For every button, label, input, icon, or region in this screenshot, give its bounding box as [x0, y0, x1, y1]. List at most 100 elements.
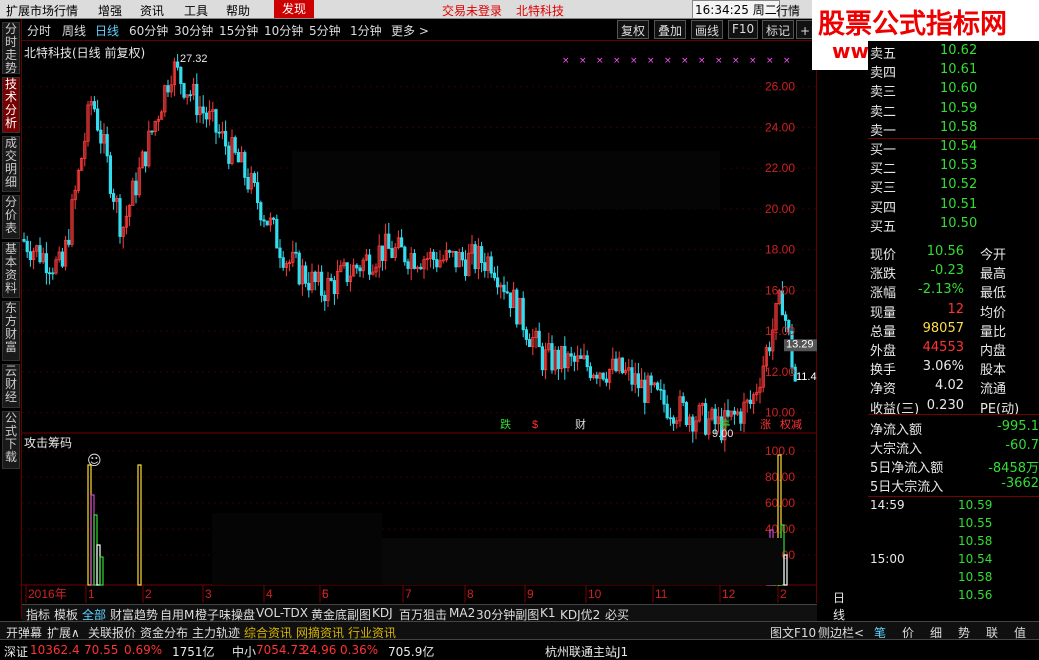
f10-button[interactable]: F10 — [728, 20, 759, 39]
period-5min[interactable]: 5分钟 — [309, 22, 341, 39]
price-tick: 22.00 — [765, 161, 795, 175]
period-1min[interactable]: 1分钟 — [350, 22, 382, 39]
candle-body — [22, 239, 26, 242]
candle-body — [319, 271, 324, 296]
candle-body — [556, 349, 561, 370]
menu-discover[interactable]: 发现 — [274, 0, 315, 18]
chart-canvas: 27.329.0013.2911.4跌 $ 财停涨权减× × × × × × × × × × × × × × … — [22, 53, 817, 603]
login-status[interactable]: 交易未登录 — [442, 2, 502, 19]
signal-marker: × — [562, 56, 570, 66]
indicator-tab[interactable]: MA2 — [449, 606, 475, 620]
candle-body — [294, 251, 298, 254]
menu-enhance[interactable]: 增强 — [98, 2, 122, 19]
candles: 27.329.0013.2911.4跌 $ 财停涨权减× × × × × × × × × × × × × × — [22, 53, 817, 452]
signal-marker: × — [630, 56, 638, 66]
signal-marker: × — [732, 56, 740, 66]
candle-body — [214, 109, 218, 133]
candle-body — [329, 277, 333, 281]
restore-rights-button[interactable]: 复权 — [617, 20, 650, 39]
divider — [868, 414, 1039, 415]
sz-label: 深证 — [4, 645, 29, 659]
indicator-title: 攻击筹码 — [24, 436, 73, 450]
mark-button[interactable]: 标记 — [762, 20, 795, 39]
order-book-price: 10.60 — [940, 81, 978, 97]
draw-line-button[interactable]: 画线 — [691, 20, 724, 39]
indicator-tick: 60.00 — [765, 496, 795, 510]
kline-chart[interactable]: 27.32 9.00 13.29 11.4 跌 $ 财停涨权减 × × × × × × × × × × × × × × … — [22, 41, 845, 622]
candle-body — [460, 252, 465, 261]
period-day[interactable]: 日线 — [95, 22, 119, 39]
candle-body — [233, 137, 237, 153]
candle-body — [550, 343, 554, 371]
zx-change: 24.96 — [302, 643, 337, 657]
overlay-box — [212, 513, 382, 585]
indicator-tab[interactable]: K1 — [540, 606, 556, 620]
indicator-tab[interactable]: VOL-TDX — [256, 606, 308, 620]
candle-body — [620, 357, 625, 374]
candle-body — [380, 245, 385, 261]
candle-body — [44, 253, 49, 274]
candle-body — [217, 131, 221, 134]
period-15min[interactable]: 15分钟 — [219, 22, 258, 39]
high-label: 27.32 — [180, 53, 208, 65]
candle-body — [636, 373, 641, 389]
nav-trades[interactable]: 成交明细 — [2, 136, 20, 192]
period-60min[interactable]: 60分钟 — [129, 22, 168, 39]
divider — [868, 496, 1039, 497]
event-marker[interactable]: 财 — [575, 417, 586, 431]
candle-body — [323, 294, 327, 302]
event-marker[interactable]: 停 — [719, 417, 730, 431]
event-marker[interactable]: 权减 — [780, 418, 802, 431]
nav-technical[interactable]: 技术分析 — [2, 77, 20, 133]
period-week[interactable]: 周线 — [62, 22, 86, 39]
signal-marker: × — [698, 56, 706, 66]
candle-body — [387, 233, 391, 249]
candle-body — [435, 259, 439, 268]
zx-amount: 705.9亿 — [388, 645, 435, 659]
nav-price-table[interactable]: 分价表 — [2, 195, 20, 239]
menu-help[interactable]: 帮助 — [226, 2, 250, 19]
indicator-tab[interactable]: KDJ — [372, 606, 393, 620]
candle-body — [201, 106, 205, 114]
event-marker[interactable]: 涨 — [760, 418, 771, 431]
flow-value: -60.7 — [1005, 438, 1039, 453]
menu-extended-market[interactable]: 扩展市场行情 — [6, 2, 78, 19]
nav-intraday[interactable]: 分时走势 — [2, 22, 20, 75]
menu-news[interactable]: 资讯 — [140, 2, 164, 19]
menu-tools[interactable]: 工具 — [184, 2, 208, 19]
x-label: 3 — [205, 587, 212, 601]
period-more[interactable]: 更多 > — [391, 22, 429, 39]
period-minute[interactable]: 分时 — [27, 22, 51, 39]
candle-body — [643, 379, 647, 403]
candle-body — [515, 289, 519, 325]
nav-basic-info[interactable]: 基本资料 — [2, 242, 20, 298]
candle-body — [307, 282, 311, 291]
candle-body — [51, 272, 55, 275]
candle-body — [527, 339, 532, 348]
smile-icon: ☺ — [87, 453, 102, 469]
candle-body — [521, 297, 525, 331]
candle-body — [355, 264, 359, 269]
candle-body — [134, 180, 138, 196]
candle-body — [67, 239, 71, 245]
candle-body — [630, 367, 634, 385]
candle-body — [473, 244, 477, 270]
period-10min[interactable]: 10分钟 — [264, 22, 303, 39]
overlay-button[interactable]: 叠加 — [654, 20, 687, 39]
stat-value: 10.56 — [926, 244, 964, 259]
overlay-box — [382, 538, 782, 585]
period-30min[interactable]: 30分钟 — [174, 22, 213, 39]
server-site[interactable]: 杭州联通主站J1 — [545, 643, 628, 660]
event-marker[interactable]: $ — [532, 419, 538, 431]
nav-eastmoney[interactable]: 东方财富 — [2, 301, 20, 361]
chart-title: 北特科技(日线 前复权) — [24, 46, 146, 60]
menu-quote[interactable]: 行情 — [776, 2, 800, 19]
x-label: 1 — [88, 587, 95, 601]
stat-value: -2.13% — [918, 282, 964, 298]
nav-formula-download[interactable]: 公式下载 — [2, 411, 20, 469]
event-marker[interactable]: 跌 — [500, 417, 511, 431]
candle-body — [508, 292, 513, 309]
nav-cloud-finance[interactable]: 云财经 — [2, 364, 20, 408]
candle-body — [243, 152, 247, 178]
stat-label: 换手 — [870, 363, 897, 379]
